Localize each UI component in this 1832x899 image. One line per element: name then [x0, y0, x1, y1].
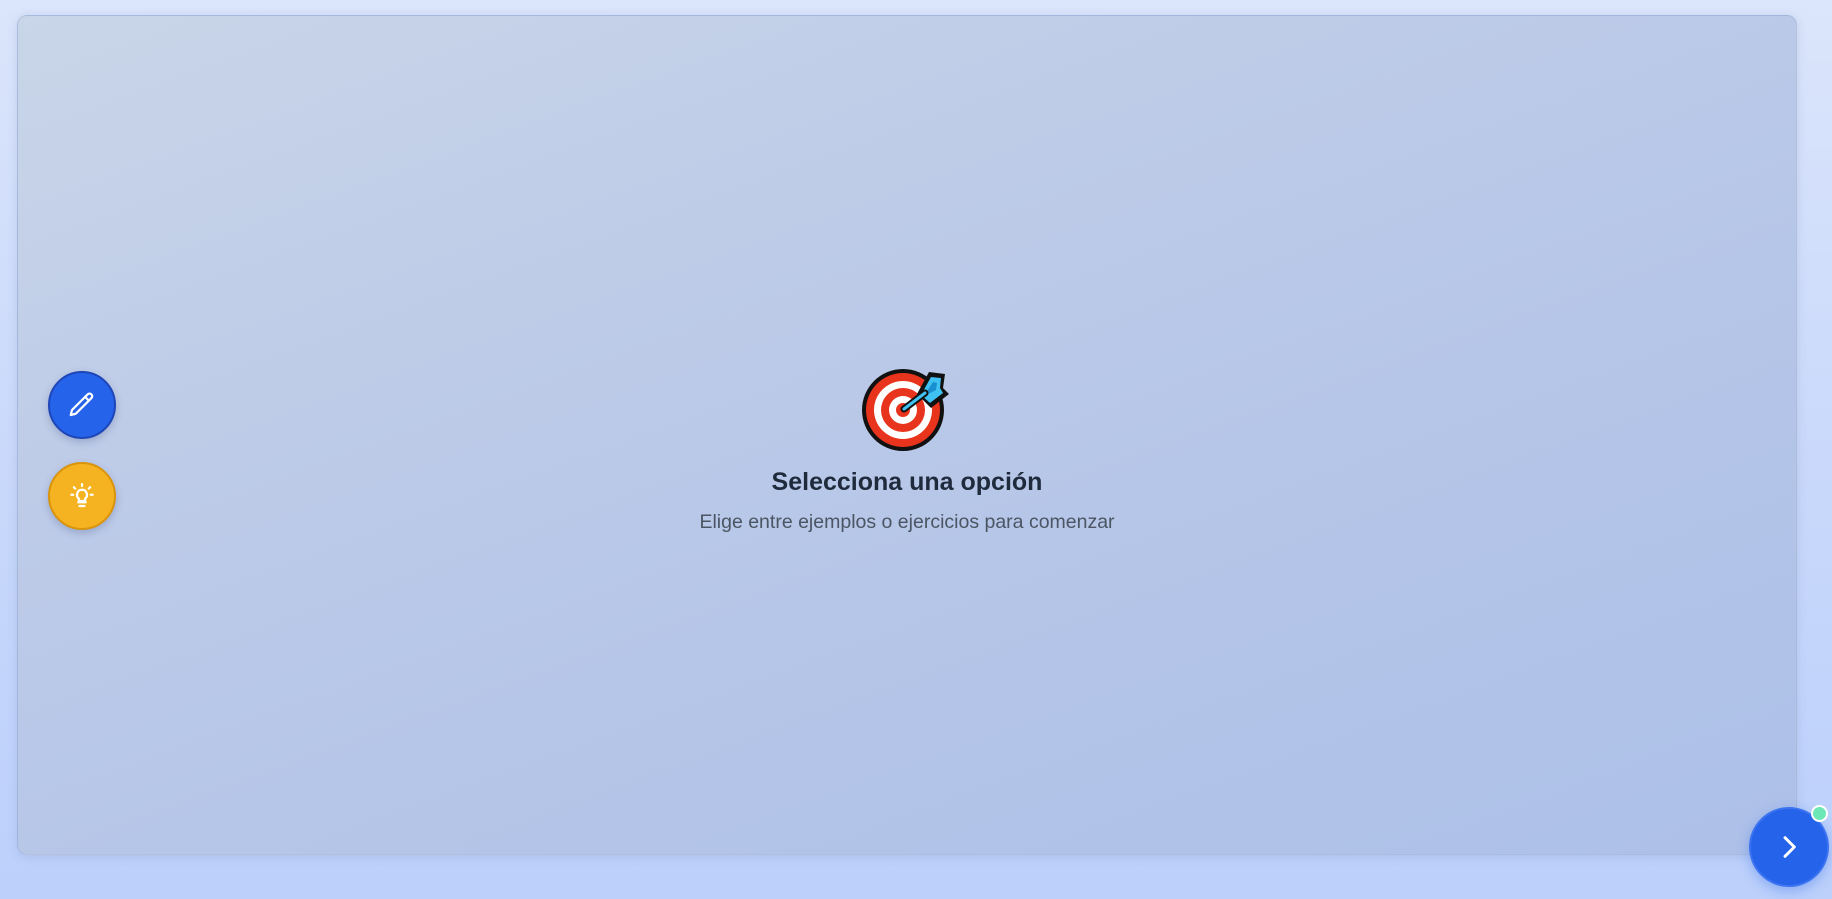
edit-button[interactable] [48, 371, 116, 439]
empty-state-subtitle: Elige entre ejemplos o ejercicios para c… [699, 511, 1115, 533]
empty-state-title: Selecciona una opción [771, 468, 1043, 496]
main-panel: Selecciona una opción Elige entre ejempl… [17, 15, 1797, 855]
status-indicator-dot [1811, 805, 1828, 822]
direct-hit-target-icon [862, 369, 949, 451]
pencil-icon [69, 392, 94, 417]
ideas-button[interactable] [48, 462, 116, 530]
empty-state: Selecciona una opción Elige entre ejempl… [18, 364, 1796, 535]
chevron-right-icon [1783, 836, 1796, 858]
lightbulb-icon [70, 483, 94, 508]
